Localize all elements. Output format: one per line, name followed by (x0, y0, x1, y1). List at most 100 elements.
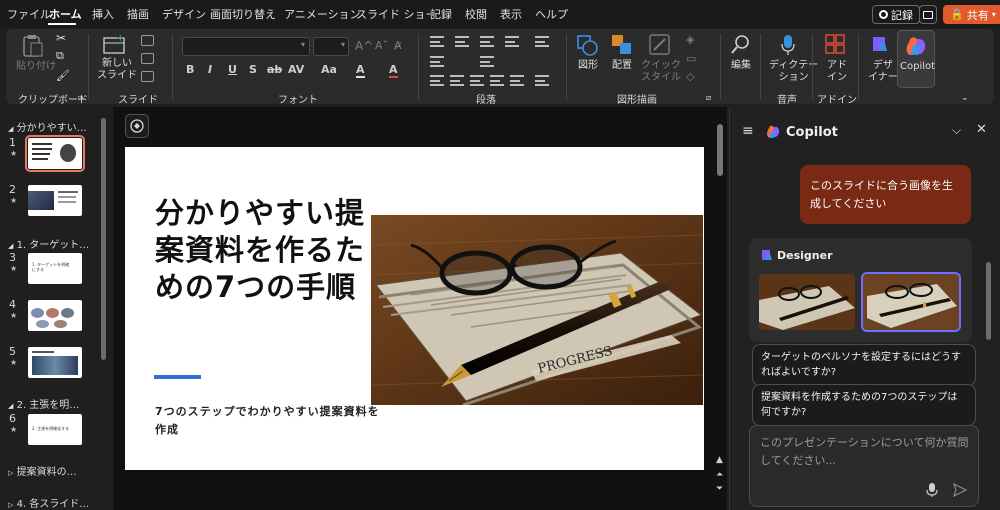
section-header[interactable]: ▷ 提案資料の… (8, 463, 77, 478)
menu-help[interactable]: ヘルプ (535, 6, 568, 22)
chat-input-box[interactable]: このプレゼンテーションについて何か質問してください... (749, 425, 979, 507)
menu-view[interactable]: 表示 (500, 6, 522, 22)
slide-thumbnail-6[interactable]: 2. 主張を明確化する (28, 414, 82, 445)
slide-thumbnail-5[interactable] (28, 347, 82, 378)
copilot-scrollbar[interactable] (986, 262, 991, 340)
slide-subtitle[interactable]: 7つのステップでわかりやすい提案資料を作成 (155, 403, 385, 439)
line-spacing-icon[interactable] (535, 36, 549, 47)
scroll-up-icon[interactable]: ▲ (716, 455, 723, 465)
clear-format-icon[interactable]: A̷ (394, 40, 402, 52)
slide[interactable]: 分かりやすい提案資料を作るための7つの手順 7つのステップでわかりやすい提案資料… (125, 147, 704, 470)
bullets-icon[interactable] (430, 36, 444, 47)
smartart-icon[interactable] (535, 75, 549, 86)
menu-record[interactable]: 記録 (430, 6, 452, 22)
menu-slideshow[interactable]: スライド ショー (356, 6, 437, 22)
align-center-icon[interactable] (450, 75, 464, 86)
bold-button[interactable]: B (186, 63, 194, 76)
menu-review[interactable]: 校閲 (465, 6, 487, 22)
font-color-button[interactable]: A (389, 63, 398, 78)
shape-fill-icon[interactable]: ◈ (686, 34, 694, 46)
section-icon[interactable] (141, 71, 154, 82)
suggestion-chip-2[interactable]: 提案資料を作成するための7つのステップは何ですか? (752, 384, 976, 426)
highlight-button[interactable]: A (356, 63, 365, 78)
cut-icon[interactable]: ✂ (56, 32, 66, 44)
microphone-icon[interactable] (926, 482, 938, 498)
italic-button[interactable]: I (208, 63, 212, 76)
section-header[interactable]: ◢ 分かりやすい… (8, 119, 87, 134)
font-family-dropdown[interactable]: ▾ (182, 37, 310, 56)
find-button[interactable] (730, 33, 752, 57)
copilot-ribbon-button[interactable]: Copilot (897, 30, 935, 88)
reset-icon[interactable] (141, 53, 154, 64)
quick-styles-button[interactable] (648, 33, 672, 57)
shape-effects-icon[interactable]: ◇ (686, 71, 694, 83)
shape-outline-icon[interactable]: ▭ (686, 53, 696, 65)
slides-scrollbar[interactable] (101, 118, 106, 360)
justify-icon[interactable] (490, 75, 504, 86)
generated-image-1[interactable] (759, 274, 855, 330)
align-text-icon[interactable] (480, 56, 494, 67)
arrange-button[interactable] (610, 33, 634, 57)
section-header[interactable]: ◢ 2. 主張を明… (8, 396, 79, 411)
send-icon[interactable] (953, 483, 967, 497)
section-header[interactable]: ▷ 4. 各スライド… (8, 495, 89, 510)
increase-indent-icon[interactable] (505, 36, 519, 47)
new-slide-button[interactable]: + (101, 33, 127, 55)
animation-star-icon: ★ (10, 149, 18, 158)
generated-image-thumb (759, 274, 855, 330)
menu-home[interactable]: ホーム (49, 6, 82, 22)
align-left-icon[interactable] (430, 75, 444, 86)
shrink-font-icon[interactable]: Aˇ (375, 40, 388, 52)
underline-button[interactable]: U (228, 63, 237, 76)
suggestion-chip-1[interactable]: ターゲットのペルソナを設定するにはどうすればよいですか? (752, 344, 976, 386)
grow-font-icon[interactable]: A^ (355, 40, 373, 52)
char-spacing-button[interactable]: AV (288, 63, 304, 76)
active-tab-indicator (48, 23, 76, 25)
shadow-button[interactable]: S (249, 63, 257, 76)
menu-draw[interactable]: 描画 (127, 6, 149, 22)
hamburger-menu-icon[interactable]: ≡ (742, 123, 754, 139)
canvas-scrollbar[interactable] (717, 124, 723, 176)
comments-button[interactable] (919, 5, 937, 24)
prev-slide-icon[interactable]: ⏶ (716, 470, 723, 480)
slide-thumbnail-3[interactable]: 1. ターゲットを明確 にする (28, 253, 82, 284)
columns-icon[interactable] (510, 75, 524, 86)
align-right-icon[interactable] (470, 75, 484, 86)
share-button[interactable]: 🔒 共有 ▾ (943, 5, 1000, 24)
dictate-button[interactable] (779, 33, 797, 57)
close-icon[interactable]: ✕ (976, 122, 987, 137)
slide-thumbnail-2[interactable] (28, 185, 82, 216)
menu-animations[interactable]: アニメーション (284, 6, 361, 22)
slide-title[interactable]: 分かりやすい提案資料を作るための7つの手順 (155, 195, 385, 306)
decrease-indent-icon[interactable] (480, 36, 494, 47)
dialog-launcher-icon[interactable]: ⧄ (706, 92, 711, 104)
section-header[interactable]: ◢ 1. ターゲット… (8, 236, 89, 251)
menu-file[interactable]: ファイル (7, 6, 51, 22)
change-case-button[interactable]: Aa (321, 63, 337, 76)
slide-image-glasses-pen[interactable]: PROGRESS (371, 215, 703, 405)
layout-icon[interactable] (141, 35, 154, 46)
paste-button[interactable] (22, 34, 44, 58)
record-button[interactable]: 記録 (872, 5, 920, 24)
copy-icon[interactable]: ⧉ (56, 50, 64, 62)
numbering-icon[interactable] (455, 36, 469, 47)
chevron-down-icon[interactable]: ⌵ (952, 123, 961, 138)
font-size-dropdown[interactable]: ▾ (313, 37, 349, 56)
generated-image-2[interactable] (861, 272, 961, 332)
text-direction-icon[interactable] (430, 56, 444, 67)
suggestion-text: ターゲットのペルソナを設定するにはどうすればよいですか? (761, 352, 961, 378)
menu-transitions[interactable]: 画面切り替え (210, 6, 276, 22)
shapes-button[interactable] (575, 33, 599, 57)
dialog-launcher-icon[interactable]: ⧄ (78, 92, 83, 104)
format-painter-icon[interactable]: 🖌 (56, 70, 70, 82)
addins-button[interactable] (824, 33, 846, 55)
menu-design[interactable]: デザイン (162, 6, 206, 22)
designer-button[interactable] (869, 33, 891, 55)
next-slide-icon[interactable]: ⏷ (716, 484, 723, 494)
strikethrough-button[interactable]: ab (267, 63, 282, 76)
slide-thumbnail-1[interactable] (25, 135, 85, 172)
designer-slide-button[interactable] (125, 114, 149, 138)
slide-thumbnail-4[interactable] (28, 300, 82, 331)
collapse-ribbon-icon[interactable]: ⌄ (961, 92, 969, 104)
menu-insert[interactable]: 挿入 (92, 6, 114, 22)
